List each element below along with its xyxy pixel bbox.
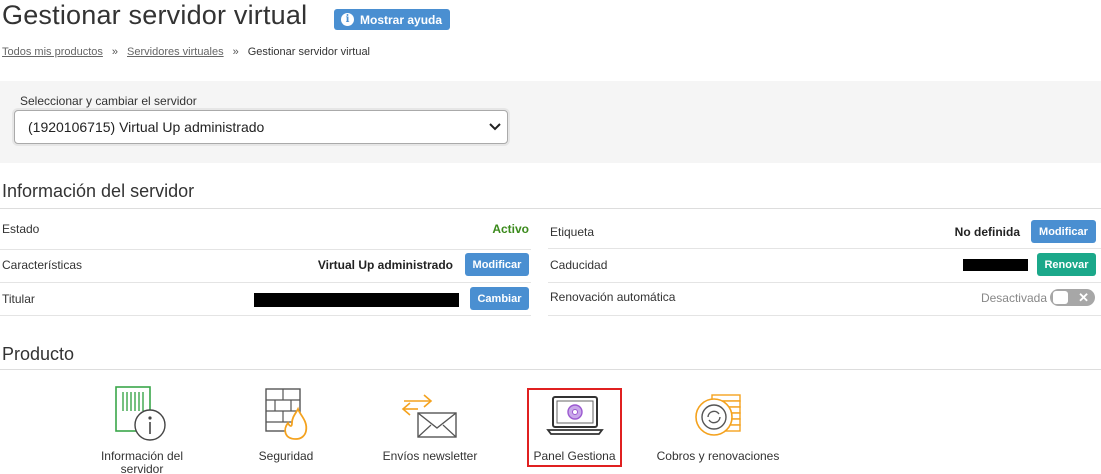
breadcrumb-all-products[interactable]: Todos mis productos [2, 46, 103, 58]
divider [0, 369, 1101, 370]
newsletter-icon [375, 377, 485, 443]
product-title: Producto [2, 344, 75, 364]
laptop-panel-icon [529, 377, 620, 443]
breadcrumb-virtual-servers[interactable]: Servidores virtuales [127, 46, 224, 58]
change-owner-button[interactable]: Cambiar [470, 287, 529, 310]
owner-value-redacted [254, 293, 459, 307]
modify-tag-button[interactable]: Modificar [1031, 220, 1096, 243]
server-info-icon [88, 377, 196, 443]
info-icon: i [341, 13, 354, 26]
product-label: Panel Gestiona [533, 449, 616, 463]
server-select-value: (1920106715) Virtual Up administrado [28, 119, 265, 135]
toggle-knob [1053, 291, 1068, 304]
product-label: Seguridad [258, 449, 314, 463]
server-info-title: Información del servidor [2, 181, 195, 201]
page-title: Gestionar servidor virtual [2, 0, 308, 30]
features-value: Virtual Up administrado [317, 258, 453, 272]
server-select[interactable]: (1920106715) Virtual Up administrado [14, 110, 508, 144]
renew-button[interactable]: Renovar [1037, 253, 1096, 276]
product-label: Cobros y renovaciones [656, 449, 780, 463]
breadcrumb-separator: » [232, 46, 239, 58]
divider [0, 315, 531, 316]
auto-renew-status: Desactivada [980, 291, 1047, 305]
status-value: Activo [492, 222, 529, 236]
show-help-label: Mostrar ayuda [360, 12, 443, 27]
product-label: Información del servidor [100, 449, 184, 474]
features-label: Características [2, 258, 83, 272]
modify-features-button[interactable]: Modificar [465, 253, 529, 276]
divider [0, 249, 531, 250]
auto-renew-toggle[interactable]: ✕ [1050, 289, 1095, 306]
auto-renew-label: Renovación automática [550, 290, 676, 304]
divider [548, 315, 1101, 316]
server-selector-label: Seleccionar y cambiar el servidor [20, 94, 197, 108]
status-label: Estado [2, 222, 40, 236]
show-help-button[interactable]: i Mostrar ayuda [334, 9, 451, 30]
divider [548, 282, 1101, 283]
breadcrumb-current: Gestionar servidor virtual [247, 46, 371, 58]
product-security[interactable]: Seguridad [246, 377, 326, 463]
owner-label: Titular [2, 292, 35, 306]
tag-value: No definida [954, 225, 1020, 239]
coins-icon [648, 377, 788, 443]
breadcrumb-separator: » [111, 46, 119, 58]
breadcrumb: Todos mis productos » Servidores virtual… [2, 46, 370, 58]
product-newsletter[interactable]: Envíos newsletter [375, 377, 485, 463]
firewall-icon [246, 377, 326, 443]
expiry-value-redacted [963, 259, 1028, 271]
tag-label: Etiqueta [550, 225, 595, 239]
divider [548, 248, 1101, 249]
close-icon: ✕ [1078, 290, 1089, 305]
chevron-down-icon [489, 120, 501, 134]
product-panel-gestiona[interactable]: Panel Gestiona [529, 377, 620, 463]
product-server-info[interactable]: Información del servidor [88, 377, 196, 474]
expiry-label: Caducidad [550, 258, 608, 272]
product-label: Envíos newsletter [382, 449, 478, 463]
product-billing[interactable]: Cobros y renovaciones [648, 377, 788, 463]
divider [0, 208, 1101, 209]
divider [0, 282, 531, 283]
